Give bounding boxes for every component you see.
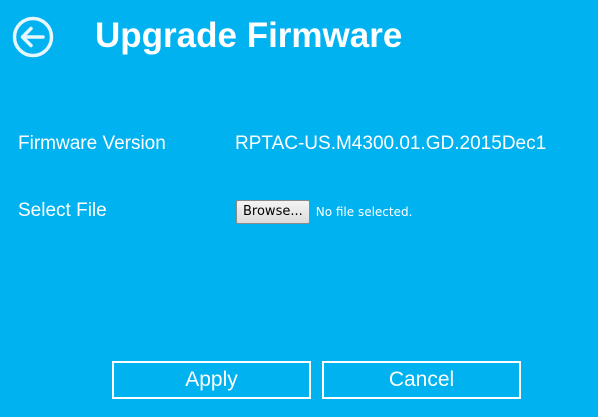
upgrade-firmware-panel: Upgrade Firmware Firmware Version RPTAC-… [0,0,598,417]
firmware-version-value: RPTAC-US.M4300.01.GD.2015Dec1 [235,133,547,154]
back-button[interactable] [12,16,54,58]
page-title: Upgrade Firmware [95,16,403,55]
file-status-text: No file selected. [315,205,413,219]
browse-button[interactable]: Browse... [236,200,310,224]
file-input[interactable]: Browse... No file selected. [236,199,412,225]
select-file-label: Select File [18,200,107,221]
apply-button[interactable]: Apply [112,361,311,399]
cancel-button[interactable]: Cancel [322,361,521,399]
firmware-version-label: Firmware Version [18,133,166,154]
arrow-left-circle-icon [12,16,54,58]
